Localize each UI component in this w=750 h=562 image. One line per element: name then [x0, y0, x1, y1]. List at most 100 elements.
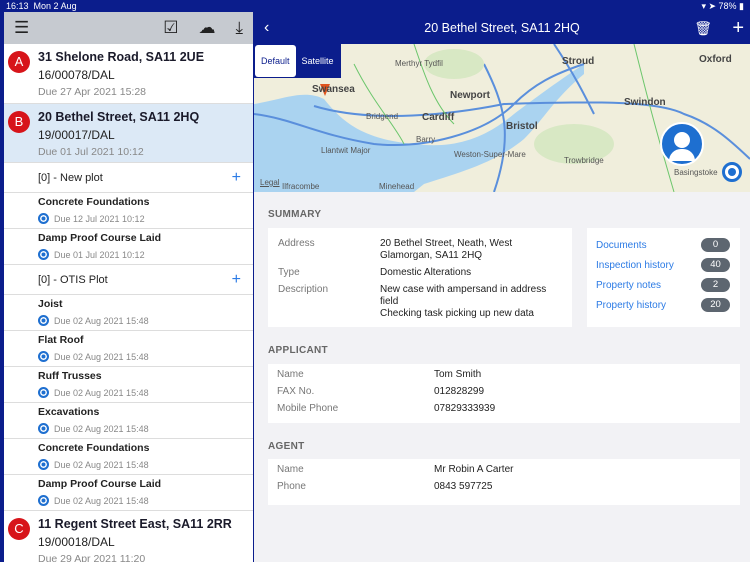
back-chevron-icon[interactable]: ‹ — [264, 19, 269, 37]
task-status-icon — [38, 387, 49, 398]
map-label: Merthyr Tydfil — [395, 59, 443, 68]
map-type-toggle: Default Satellite — [254, 44, 341, 78]
task-due: Due 02 Aug 2021 15:48 — [54, 459, 149, 470]
map-label: Weston-Super-Mare — [454, 150, 526, 159]
task-due: Due 02 Aug 2021 15:48 — [54, 495, 149, 506]
links-card: Documents 0 Inspection history 40 Property… — [587, 228, 740, 327]
task-item[interactable]: Flat Roof Due 02 Aug 2021 15:48 — [4, 331, 253, 367]
task-item[interactable]: Damp Proof Course Laid Due 01 Jul 2021 10… — [4, 229, 253, 265]
agent-phone: 0843 597725 — [434, 481, 493, 492]
count-badge: 40 — [701, 258, 730, 272]
address-value: 20 Bethel Street, Neath, West Glamorgan,… — [380, 238, 513, 261]
task-name: Joist — [38, 298, 63, 310]
map-label: Stroud — [562, 56, 595, 67]
current-location-icon[interactable] — [722, 162, 742, 182]
status-bar: 16:13 Mon 2 Aug ▾ ➤ 78% ▮ — [0, 0, 750, 12]
plot-header: [0] - New plot + — [4, 163, 253, 193]
download-icon[interactable]: ⤓ — [235, 18, 243, 38]
task-name: Concrete Foundations — [38, 442, 150, 454]
task-name: Damp Proof Course Laid — [38, 478, 162, 490]
task-due: Due 02 Aug 2021 15:48 — [54, 387, 149, 398]
task-status-icon — [38, 495, 49, 506]
map-label: Oxford — [699, 54, 732, 65]
documents-link[interactable]: Documents 0 — [596, 238, 730, 252]
property-history-link[interactable]: Property history 20 — [596, 298, 730, 312]
task-item[interactable]: Joist Due 02 Aug 2021 15:48 — [4, 295, 253, 331]
status-date: Mon 2 Aug — [33, 1, 77, 11]
property-ref: 16/00078/DAL — [38, 68, 115, 82]
map-label: Bristol — [506, 121, 538, 132]
applicant-card: Name Tom Smith FAX No. 012828299 Mobile Ph… — [268, 364, 740, 423]
map-default-button[interactable]: Default — [255, 45, 296, 77]
trash-icon[interactable]: 🗑 — [694, 20, 712, 37]
map-legal-link[interactable]: Legal — [260, 178, 280, 187]
task-status-icon — [38, 213, 49, 224]
map-label: Ilfracombe — [282, 182, 320, 191]
map-satellite-button[interactable]: Satellite — [296, 45, 340, 77]
battery-indicator: ▾ ➤ 78% ▮ — [701, 1, 744, 11]
name-label: Name — [277, 369, 304, 380]
property-title: 31 Shelone Road, SA11 2UE — [38, 50, 205, 64]
map-view[interactable]: Default Satellite Swansea Cardiff Newpor… — [254, 44, 750, 192]
list-toolbar: ☰ ☑ ☁ ⤓ — [4, 12, 253, 44]
mobile-label: Mobile Phone — [277, 403, 339, 414]
task-status-icon — [38, 423, 49, 434]
marker-badge: C — [8, 518, 30, 540]
plus-icon[interactable]: + — [732, 17, 744, 40]
map-label: Trowbridge — [564, 156, 604, 165]
property-due: Due 01 Jul 2021 10:12 — [38, 146, 144, 158]
task-name: Ruff Trusses — [38, 370, 102, 382]
task-name: Flat Roof — [38, 334, 84, 346]
map-label: Barry — [416, 135, 436, 144]
task-status-icon — [38, 459, 49, 470]
count-badge: 2 — [701, 278, 730, 292]
type-label: Type — [278, 267, 300, 278]
map-label: Newport — [450, 90, 490, 101]
name-label: Name — [277, 464, 304, 475]
map-label: Minehead — [379, 182, 415, 191]
plot-label: [0] - New plot — [38, 171, 103, 184]
task-item[interactable]: Excavations Due 02 Aug 2021 15:48 — [4, 403, 253, 439]
property-item-c[interactable]: C 11 Regent Street East, SA11 2RR 19/000… — [4, 511, 253, 562]
task-due: Due 02 Aug 2021 15:48 — [54, 315, 149, 326]
task-item[interactable]: Ruff Trusses Due 02 Aug 2021 15:48 — [4, 367, 253, 403]
add-task-plus-icon[interactable]: + — [232, 271, 241, 289]
phone-label: Phone — [277, 481, 306, 492]
task-due: Due 12 Jul 2021 10:12 — [54, 213, 145, 224]
property-title: 20 Bethel Street, SA11 2HQ — [38, 110, 200, 124]
task-item[interactable]: Concrete Foundations Due 12 Jul 2021 10:1… — [4, 193, 253, 229]
plot-header: [0] - OTIS Plot + — [4, 265, 253, 295]
inspection-history-link[interactable]: Inspection history 40 — [596, 258, 730, 272]
agent-name: Mr Robin A Carter — [434, 464, 514, 475]
property-ref: 19/00017/DAL — [38, 128, 115, 142]
agent-heading: AGENT — [268, 441, 305, 452]
task-due: Due 02 Aug 2021 15:48 — [54, 351, 149, 362]
description-line: New case with ampersand in address field — [380, 284, 547, 307]
description-line: Checking task picking up new data — [380, 308, 534, 319]
task-status-icon — [38, 249, 49, 260]
status-time: 16:13 — [6, 1, 29, 11]
task-status-icon — [38, 315, 49, 326]
agent-card: Name Mr Robin A Carter Phone 0843 597725 — [268, 459, 740, 505]
task-due: Due 01 Jul 2021 10:12 — [54, 249, 145, 260]
summary-card: Address 20 Bethel Street, Neath, West Gla… — [268, 228, 572, 327]
plot-label: [0] - OTIS Plot — [38, 273, 108, 286]
task-name: Concrete Foundations — [38, 196, 150, 208]
cloud-upload-icon[interactable]: ☁ — [198, 18, 215, 38]
property-due: Due 29 Apr 2021 11:20 — [38, 553, 146, 562]
detail-header: ‹ 20 Bethel Street, SA11 2HQ 🗑 + — [254, 12, 750, 44]
summary-heading: SUMMARY — [268, 209, 322, 220]
property-item-b[interactable]: B 20 Bethel Street, SA11 2HQ 19/00017/DA… — [4, 104, 253, 163]
map-label: Cardiff — [422, 112, 455, 123]
task-item[interactable]: Concrete Foundations Due 02 Aug 2021 15:4… — [4, 439, 253, 475]
applicant-mobile: 07829333939 — [434, 403, 496, 414]
menu-icon[interactable]: ☰ — [14, 18, 29, 38]
add-task-plus-icon[interactable]: + — [232, 169, 241, 187]
task-item[interactable]: Damp Proof Course Laid Due 02 Aug 2021 15… — [4, 475, 253, 511]
property-notes-link[interactable]: Property notes 2 — [596, 278, 730, 292]
property-item-a[interactable]: A 31 Shelone Road, SA11 2UE 16/00078/DAL… — [4, 44, 253, 104]
map-label: Swindon — [624, 97, 666, 108]
checklist-icon[interactable]: ☑ — [163, 18, 178, 38]
user-avatar-icon[interactable] — [660, 122, 704, 166]
marker-badge: A — [8, 51, 30, 73]
